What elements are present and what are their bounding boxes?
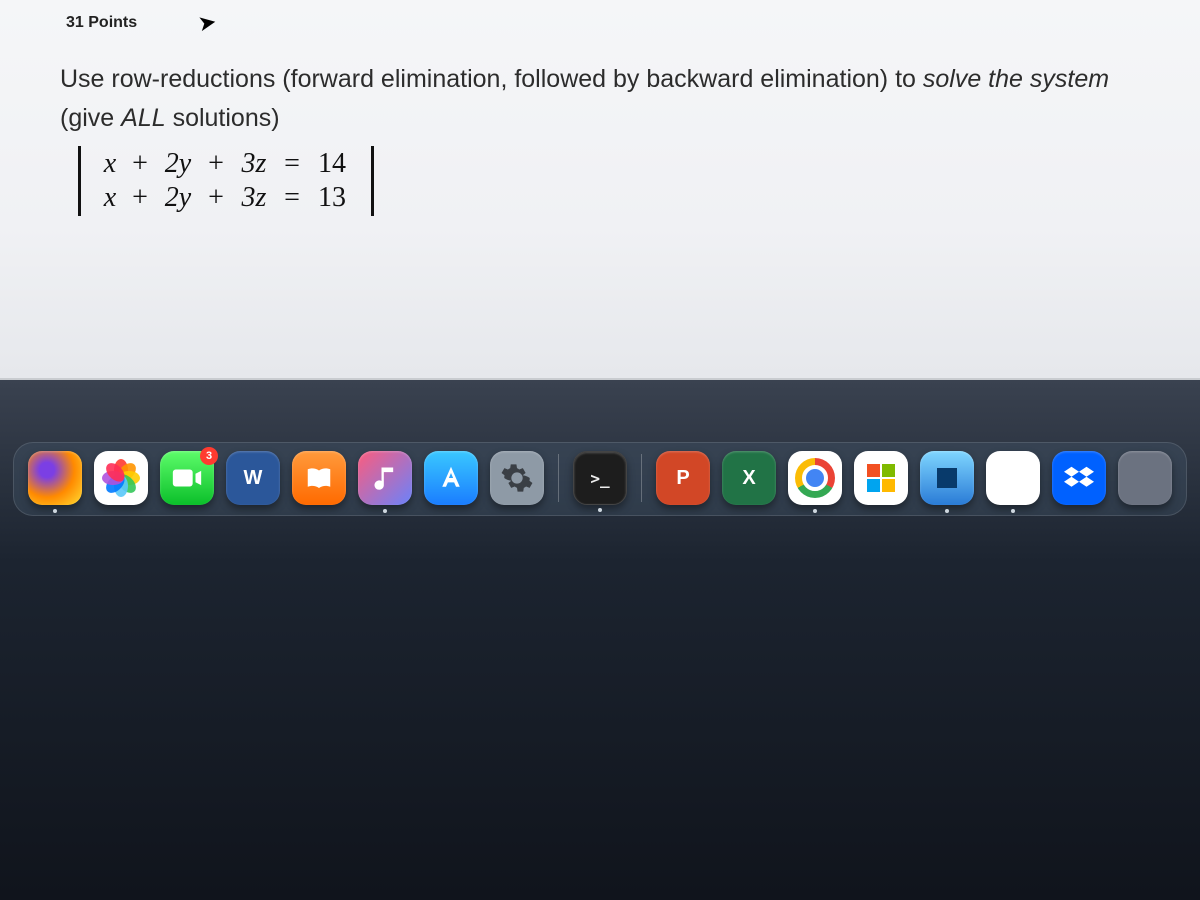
excel-icon[interactable]: X bbox=[722, 451, 776, 505]
eq-op: + bbox=[124, 148, 156, 180]
question-text: Use row-reductions (forward elimination,… bbox=[60, 60, 1140, 138]
word-icon[interactable]: W bbox=[226, 451, 280, 505]
music-icon[interactable] bbox=[358, 451, 412, 505]
question-line1a: Use row-reductions (forward elimination,… bbox=[60, 65, 923, 93]
photos-flower-icon bbox=[102, 459, 140, 497]
eq-rhs: 14 bbox=[308, 148, 356, 180]
app-letter: X bbox=[742, 467, 755, 490]
eq-equals: = bbox=[276, 182, 308, 214]
microsoft-store-icon[interactable] bbox=[854, 451, 908, 505]
notification-badge: 3 bbox=[200, 447, 218, 465]
document-viewport: 31 Points ➤ Use row-reductions (forward … bbox=[0, 0, 1200, 380]
eq-equals: = bbox=[276, 148, 308, 180]
question-line2b: ALL bbox=[121, 104, 165, 132]
eq-term: 2y bbox=[156, 182, 200, 214]
app-letter: P bbox=[676, 467, 689, 490]
eq-term: 2y bbox=[156, 148, 200, 180]
music-note-icon bbox=[371, 464, 399, 492]
generic-app-icon[interactable] bbox=[1118, 451, 1172, 505]
running-indicator-icon bbox=[53, 509, 57, 513]
app-store-icon[interactable] bbox=[424, 451, 478, 505]
cursor-icon: ➤ bbox=[196, 9, 219, 38]
question-line2a: (give bbox=[60, 104, 121, 132]
eq-op: + bbox=[200, 148, 232, 180]
left-brace-icon bbox=[78, 146, 84, 216]
eq-rhs: 13 bbox=[308, 182, 356, 214]
running-indicator-icon bbox=[383, 509, 387, 513]
system-settings-icon[interactable] bbox=[490, 451, 544, 505]
word-blue-icon[interactable]: W bbox=[986, 451, 1040, 505]
eq-term: 3z bbox=[232, 182, 276, 214]
equation-system: x + 2y + 3z = 14 x + 2y + 3z = 13 bbox=[78, 146, 1140, 216]
running-indicator-icon bbox=[598, 508, 602, 512]
macos-dock: 3 W >_ P X bbox=[13, 442, 1187, 516]
letter-a-icon bbox=[436, 463, 466, 493]
terminal-prompt-icon: >_ bbox=[590, 469, 609, 488]
books-icon[interactable] bbox=[292, 451, 346, 505]
dock-container: 3 W >_ P X bbox=[0, 442, 1200, 516]
facetime-icon[interactable]: 3 bbox=[160, 451, 214, 505]
dropbox-icon[interactable] bbox=[1052, 451, 1106, 505]
running-indicator-icon bbox=[813, 509, 817, 513]
dock-separator bbox=[558, 454, 559, 502]
powerpoint-icon[interactable]: P bbox=[656, 451, 710, 505]
open-book-icon bbox=[304, 463, 334, 493]
eq-op: + bbox=[124, 182, 156, 214]
equation-row: x + 2y + 3z = 14 bbox=[96, 148, 356, 180]
running-indicator-icon bbox=[1011, 509, 1015, 513]
dropbox-logo-icon bbox=[1064, 463, 1094, 493]
equation-row: x + 2y + 3z = 13 bbox=[96, 182, 356, 214]
preview-icon[interactable] bbox=[920, 451, 974, 505]
photos-icon[interactable] bbox=[94, 451, 148, 505]
eq-op: + bbox=[200, 182, 232, 214]
gear-icon bbox=[500, 461, 534, 495]
dock-separator bbox=[641, 454, 642, 502]
eq-term: x bbox=[96, 182, 124, 214]
windows-logo-icon bbox=[867, 464, 895, 492]
terminal-icon[interactable]: >_ bbox=[573, 451, 627, 505]
eq-term: x bbox=[96, 148, 124, 180]
chrome-icon[interactable] bbox=[788, 451, 842, 505]
video-camera-icon bbox=[170, 461, 204, 495]
question-line2c: solutions) bbox=[166, 104, 280, 132]
right-brace-icon bbox=[368, 146, 374, 216]
app-letter: W bbox=[1000, 462, 1026, 494]
running-indicator-icon bbox=[945, 509, 949, 513]
firefox-icon[interactable] bbox=[28, 451, 82, 505]
question-line1b: solve the system bbox=[923, 65, 1109, 93]
photo-icon bbox=[932, 463, 962, 493]
chrome-logo-icon bbox=[795, 458, 835, 498]
eq-term: 3z bbox=[232, 148, 276, 180]
points-label: 31 Points bbox=[66, 14, 1140, 32]
app-letter: W bbox=[244, 467, 263, 490]
